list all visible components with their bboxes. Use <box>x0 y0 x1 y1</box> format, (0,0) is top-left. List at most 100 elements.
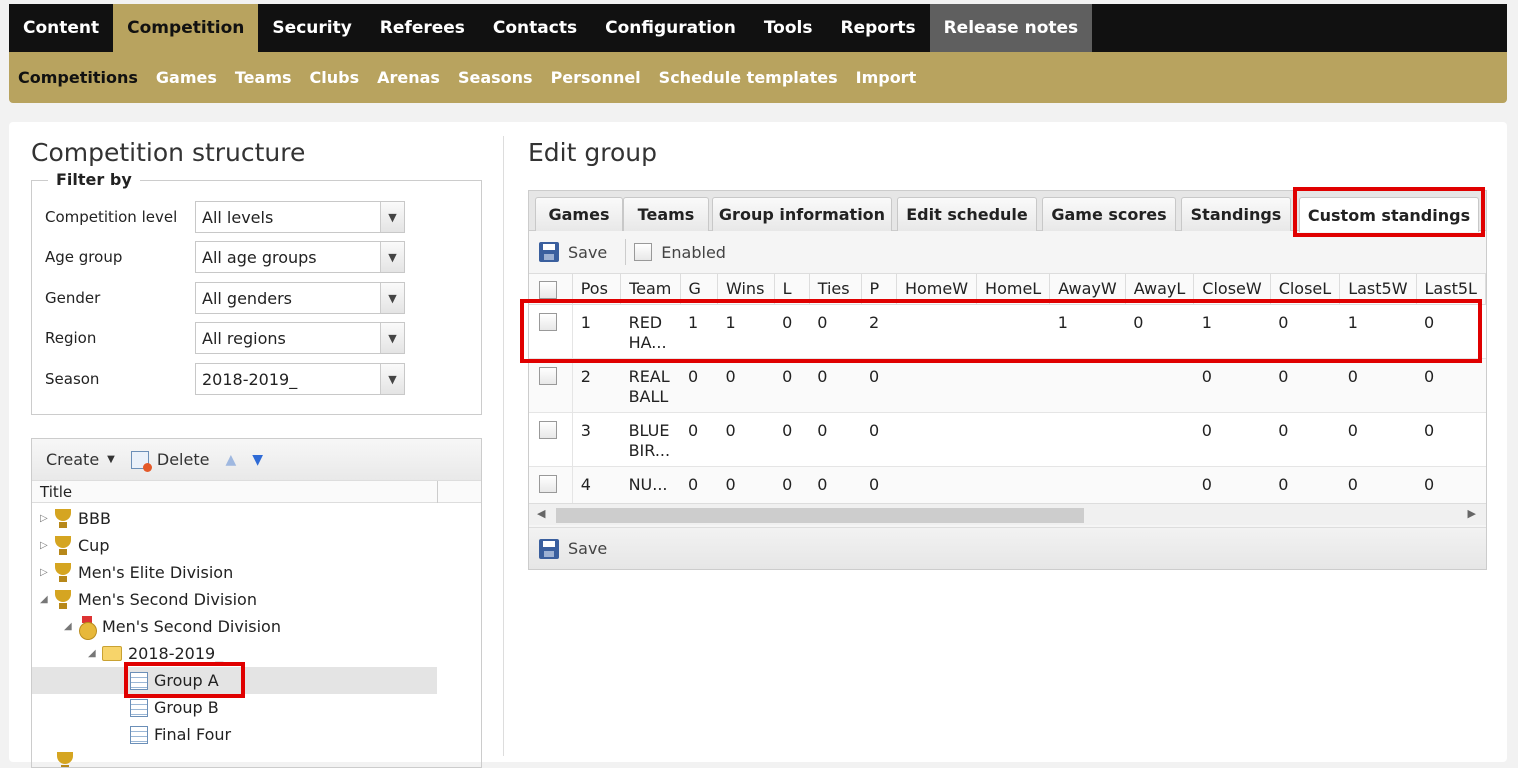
enabled-toggle[interactable]: Enabled <box>634 243 726 262</box>
tree-node-group-a[interactable]: Group A <box>32 667 437 694</box>
tree-node-mens-second[interactable]: ◢ Men's Second Division <box>40 586 257 613</box>
chevron-down-icon[interactable]: ▼ <box>380 364 404 394</box>
tab-game-scores[interactable]: Game scores <box>1042 197 1176 231</box>
table-row[interactable]: 4 NU... 0 0 0 0 0 0 0 0 0 <box>529 466 1486 503</box>
tree-node-bbb[interactable]: ▷ BBB <box>40 505 111 532</box>
expand-arrow-icon[interactable]: ▷ <box>40 567 54 578</box>
nav-referees[interactable]: Referees <box>366 4 479 52</box>
tree-node-final-four[interactable]: Final Four <box>130 721 231 748</box>
table-row[interactable]: 1 RED HA... 1 1 0 0 2 1 0 1 0 1 <box>529 304 1486 358</box>
column-header[interactable]: CloseL <box>1270 274 1340 304</box>
nav-contacts[interactable]: Contacts <box>479 4 591 52</box>
age-group-select[interactable]: All age groups ▼ <box>195 241 405 273</box>
chevron-down-icon[interactable]: ▼ <box>380 202 404 232</box>
grid-header-row: Pos Team G Wins L Ties P HomeW HomeL Awa… <box>529 274 1486 304</box>
subnav-import[interactable]: Import <box>847 68 926 87</box>
tab-standings[interactable]: Standings <box>1181 197 1291 231</box>
subnav-schedule-templates[interactable]: Schedule templates <box>650 68 847 87</box>
scroll-right-icon[interactable]: ▶ <box>1468 507 1476 520</box>
cell-l: 0 <box>774 466 809 503</box>
column-header[interactable]: G <box>680 274 717 304</box>
horizontal-scrollbar[interactable]: ◀ ▶ <box>529 503 1486 525</box>
column-header[interactable]: Last5L <box>1416 274 1485 304</box>
scrollbar-thumb[interactable] <box>556 508 1084 523</box>
nav-content[interactable]: Content <box>9 4 113 52</box>
delete-icon <box>131 451 149 469</box>
nav-competition[interactable]: Competition <box>113 4 258 52</box>
cell-homel <box>977 304 1050 358</box>
subnav-clubs[interactable]: Clubs <box>301 68 369 87</box>
column-header[interactable]: Pos <box>572 274 620 304</box>
cell-awayw: 1 <box>1050 304 1125 358</box>
column-header[interactable]: HomeL <box>977 274 1050 304</box>
table-row[interactable]: 3 BLUE BIR... 0 0 0 0 0 0 0 0 <box>529 412 1486 466</box>
column-header[interactable]: CloseW <box>1194 274 1270 304</box>
scroll-left-icon[interactable]: ◀ <box>537 507 545 520</box>
cell-last5w: 0 <box>1340 412 1416 466</box>
subnav-competitions[interactable]: Competitions <box>9 68 147 87</box>
cell-last5w: 0 <box>1340 466 1416 503</box>
row-checkbox[interactable] <box>539 367 557 385</box>
competition-level-select[interactable]: All levels ▼ <box>195 201 405 233</box>
cell-awayw <box>1050 466 1125 503</box>
standings-table: Pos Team G Wins L Ties P HomeW HomeL Awa… <box>529 274 1486 503</box>
tree-node-season[interactable]: ◢ 2018-2019_ <box>88 640 223 667</box>
column-header[interactable]: Last5W <box>1340 274 1416 304</box>
nav-release-notes[interactable]: Release notes <box>930 4 1093 52</box>
collapse-arrow-icon[interactable]: ◢ <box>64 621 78 632</box>
chevron-down-icon[interactable]: ▼ <box>380 283 404 313</box>
tab-group-information[interactable]: Group information <box>712 197 892 231</box>
nav-reports[interactable]: Reports <box>826 4 929 52</box>
nav-configuration[interactable]: Configuration <box>591 4 750 52</box>
tab-custom-standings[interactable]: Custom standings <box>1299 197 1479 232</box>
nav-tools[interactable]: Tools <box>750 4 827 52</box>
move-up-button[interactable]: ▲ <box>225 452 236 468</box>
footer-save-button[interactable]: Save <box>539 539 607 559</box>
tree-node-label: Men's Elite Division <box>78 563 233 582</box>
tree-node-mens-elite[interactable]: ▷ Men's Elite Division <box>40 559 233 586</box>
expand-arrow-icon[interactable]: ▷ <box>40 513 54 524</box>
chevron-down-icon[interactable]: ▼ <box>380 323 404 353</box>
select-value: All age groups <box>202 248 317 267</box>
season-select[interactable]: 2018-2019_ ▼ <box>195 363 405 395</box>
subnav-games[interactable]: Games <box>147 68 226 87</box>
tree-node-mens-second-sub[interactable]: ◢ Men's Second Division <box>64 613 281 640</box>
column-header[interactable]: AwayW <box>1050 274 1125 304</box>
collapse-arrow-icon[interactable]: ◢ <box>88 648 102 659</box>
row-checkbox[interactable] <box>539 475 557 493</box>
expand-arrow-icon[interactable]: ▷ <box>40 540 54 551</box>
column-header[interactable]: AwayL <box>1125 274 1194 304</box>
column-header[interactable]: Ties <box>809 274 861 304</box>
table-row[interactable]: 2 REAL BALL 0 0 0 0 0 0 0 0 <box>529 358 1486 412</box>
nav-security[interactable]: Security <box>258 4 365 52</box>
gender-select[interactable]: All genders ▼ <box>195 282 405 314</box>
subnav-arenas[interactable]: Arenas <box>368 68 449 87</box>
tree-node-cup[interactable]: ▷ Cup <box>40 532 109 559</box>
tab-games[interactable]: Games <box>535 197 623 231</box>
column-header[interactable]: P <box>861 274 896 304</box>
column-header[interactable]: Team <box>621 274 680 304</box>
enabled-checkbox[interactable] <box>634 243 652 261</box>
column-header[interactable]: L <box>774 274 809 304</box>
tab-edit-schedule[interactable]: Edit schedule <box>897 197 1037 231</box>
collapse-arrow-icon[interactable]: ◢ <box>40 594 54 605</box>
tree-node-group-b[interactable]: Group B <box>130 694 219 721</box>
tab-teams[interactable]: Teams <box>623 197 709 231</box>
select-all-checkbox[interactable] <box>539 281 557 299</box>
tree-node-label: BBB <box>78 509 111 528</box>
row-select-cell <box>529 466 572 503</box>
delete-button[interactable]: Delete <box>131 450 210 469</box>
subnav-teams[interactable]: Teams <box>226 68 301 87</box>
create-button[interactable]: Create ▼ <box>46 450 115 469</box>
region-select[interactable]: All regions ▼ <box>195 322 405 354</box>
row-checkbox[interactable] <box>539 313 557 331</box>
subnav-personnel[interactable]: Personnel <box>542 68 650 87</box>
chevron-down-icon[interactable]: ▼ <box>380 242 404 272</box>
move-down-button[interactable]: ▼ <box>252 452 263 468</box>
save-button[interactable]: Save <box>539 242 607 262</box>
column-header[interactable]: HomeW <box>896 274 976 304</box>
subnav-seasons[interactable]: Seasons <box>449 68 542 87</box>
cell-closel: 0 <box>1270 412 1340 466</box>
row-checkbox[interactable] <box>539 421 557 439</box>
column-header[interactable]: Wins <box>718 274 775 304</box>
